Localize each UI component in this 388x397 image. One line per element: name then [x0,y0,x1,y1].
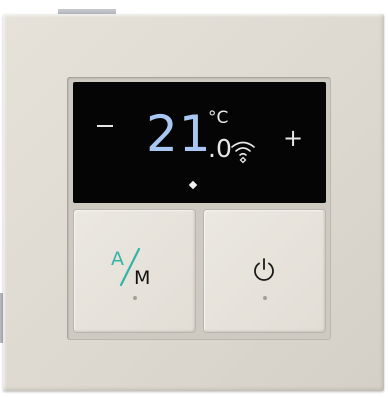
diamond-icon [188,180,198,190]
mode-label-manual: M [134,267,151,289]
decrease-temperature-button[interactable] [97,125,113,127]
temperature-unit: °C [208,108,229,128]
auto-manual-mode-button[interactable]: A M [74,210,195,332]
temperature-whole-value: 21 [146,105,212,163]
power-led-indicator [263,296,267,300]
thermostat-display: 21 °C .0 + [73,82,326,203]
power-button[interactable] [204,210,325,332]
mode-led-indicator [133,296,137,300]
wifi-icon [231,141,255,164]
power-icon [254,258,274,281]
increase-temperature-button[interactable]: + [283,126,303,150]
